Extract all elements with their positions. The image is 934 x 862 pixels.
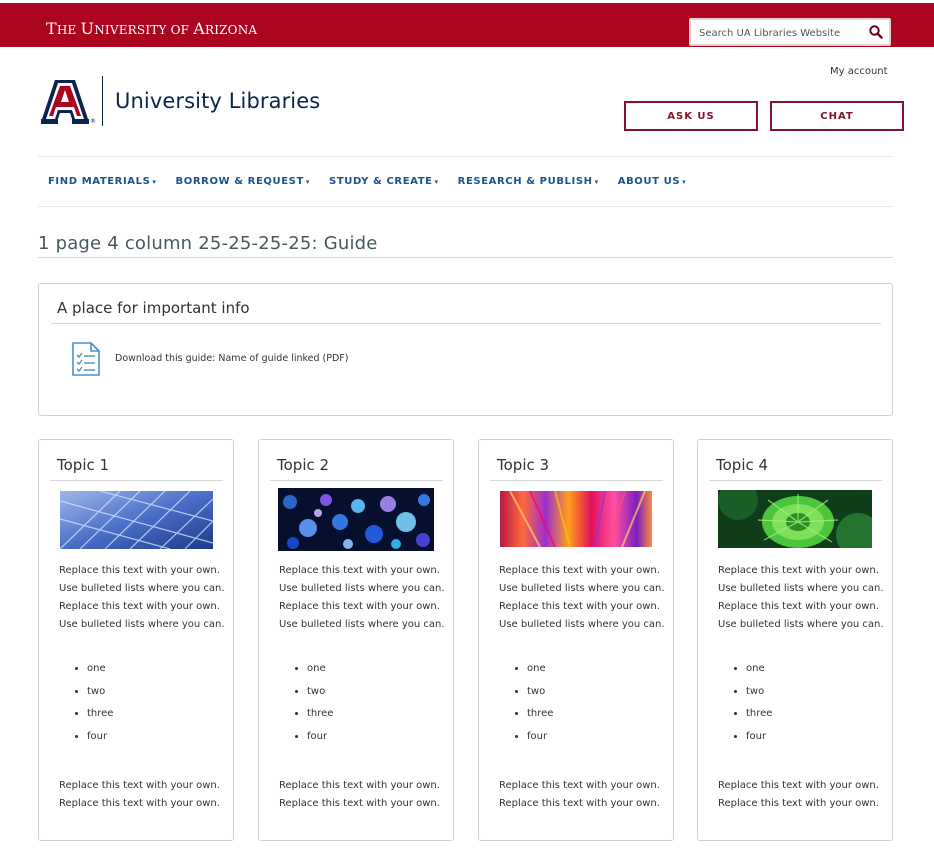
- list-item: two: [87, 681, 113, 704]
- university-a-logo[interactable]: [39, 78, 91, 126]
- registered-mark: ®: [90, 118, 96, 125]
- list-item: one: [527, 658, 553, 681]
- top-banner: THE UNIVERSITY OF ARIZONA: [0, 3, 934, 47]
- list-item: two: [746, 681, 772, 704]
- checklist-document-icon[interactable]: [71, 341, 101, 377]
- card-footer-text: Replace this text with your own. Replace…: [718, 777, 888, 813]
- card-footer-line: Replace this text with your own.: [718, 780, 879, 791]
- card-title: Topic 2: [277, 456, 330, 474]
- list-item: one: [746, 658, 772, 681]
- topic-card-4: Topic 4 Replace this text with your own.…: [697, 439, 893, 841]
- main-nav: FIND MATERIALS ▾ BORROW & REQUEST ▾ STUDY …: [48, 176, 705, 187]
- nav-borrow-request[interactable]: BORROW & REQUEST ▾: [176, 176, 310, 187]
- nav-study-create[interactable]: STUDY & CREATE ▾: [329, 176, 439, 187]
- my-account-link[interactable]: My account: [830, 66, 888, 77]
- card-footer-line: Replace this text with your own.: [718, 798, 879, 809]
- list-item: three: [307, 703, 333, 726]
- nav-top-divider: [38, 156, 893, 157]
- search-icon[interactable]: [868, 24, 884, 40]
- chat-button[interactable]: CHAT: [770, 101, 904, 131]
- card-body-text: Replace this text with your own. Use bul…: [718, 565, 884, 630]
- list-item: three: [527, 703, 553, 726]
- search-input[interactable]: [699, 25, 859, 41]
- card-footer-line: Replace this text with your own.: [279, 780, 440, 791]
- caret-down-icon: ▾: [305, 178, 311, 186]
- colorful-streaks-image: [500, 491, 652, 547]
- card-footer-line: Replace this text with your own.: [499, 798, 660, 809]
- nav-research-publish[interactable]: RESEARCH & PUBLISH ▾: [458, 176, 599, 187]
- card-title: Topic 4: [716, 456, 769, 474]
- info-box: A place for important info Download this…: [38, 283, 893, 416]
- card-title: Topic 1: [57, 456, 110, 474]
- caret-down-icon: ▾: [682, 178, 687, 186]
- card-divider: [709, 480, 882, 481]
- bulleted-list: one two three four: [728, 658, 772, 748]
- info-box-title: A place for important info: [57, 299, 250, 317]
- card-body-text: Replace this text with your own. Use bul…: [279, 565, 445, 630]
- title-divider: [38, 257, 893, 258]
- logo-divider: [102, 76, 103, 126]
- library-title[interactable]: University Libraries: [115, 89, 320, 113]
- bulleted-list: one two three four: [69, 658, 113, 748]
- list-item: two: [527, 681, 553, 704]
- card-divider: [270, 480, 443, 481]
- nav-bottom-divider: [38, 206, 893, 207]
- info-box-divider: [51, 323, 881, 324]
- caret-down-icon: ▾: [434, 178, 439, 186]
- card-footer-line: Replace this text with your own.: [59, 780, 220, 791]
- caret-down-icon: ▾: [152, 178, 157, 186]
- nav-find-materials[interactable]: FIND MATERIALS ▾: [48, 176, 157, 187]
- card-divider: [50, 480, 223, 481]
- ask-us-button[interactable]: ASK US: [624, 101, 758, 131]
- bokeh-lights-image: [278, 488, 434, 551]
- page-title: 1 page 4 column 25-25-25-25: Guide: [38, 233, 378, 254]
- card-divider: [490, 480, 663, 481]
- green-flower-image: [718, 490, 872, 548]
- list-item: four: [307, 726, 333, 749]
- card-title: Topic 3: [497, 456, 550, 474]
- download-guide-link[interactable]: Download this guide: Name of guide linke…: [115, 353, 348, 364]
- topic-card-2: Topic 2 Replace this text with your own.…: [258, 439, 454, 841]
- list-item: one: [307, 658, 333, 681]
- bulleted-list: one two three four: [509, 658, 553, 748]
- caret-down-icon: ▾: [594, 178, 599, 186]
- list-item: two: [307, 681, 333, 704]
- blue-glass-building-image: [60, 491, 213, 549]
- topic-card-3: Topic 3 Replace this text with your own.…: [478, 439, 674, 841]
- list-item: four: [527, 726, 553, 749]
- card-footer-text: Replace this text with your own. Replace…: [59, 777, 229, 813]
- bulleted-list: one two three four: [289, 658, 333, 748]
- card-footer-text: Replace this text with your own. Replace…: [499, 777, 669, 813]
- card-footer-line: Replace this text with your own.: [59, 798, 220, 809]
- card-footer-line: Replace this text with your own.: [499, 780, 660, 791]
- list-item: one: [87, 658, 113, 681]
- card-footer-line: Replace this text with your own.: [279, 798, 440, 809]
- nav-about-us[interactable]: ABOUT US ▾: [618, 176, 687, 187]
- list-item: three: [746, 703, 772, 726]
- list-item: four: [746, 726, 772, 749]
- topic-card-1: Topic 1 Replace this text with your own.…: [38, 439, 234, 841]
- card-body-text: Replace this text with your own. Use bul…: [499, 565, 665, 630]
- list-item: four: [87, 726, 113, 749]
- list-item: three: [87, 703, 113, 726]
- search-box: [689, 18, 891, 46]
- card-footer-text: Replace this text with your own. Replace…: [279, 777, 449, 813]
- university-wordmark[interactable]: THE UNIVERSITY OF ARIZONA: [46, 19, 257, 38]
- card-body-text: Replace this text with your own. Use bul…: [59, 565, 225, 630]
